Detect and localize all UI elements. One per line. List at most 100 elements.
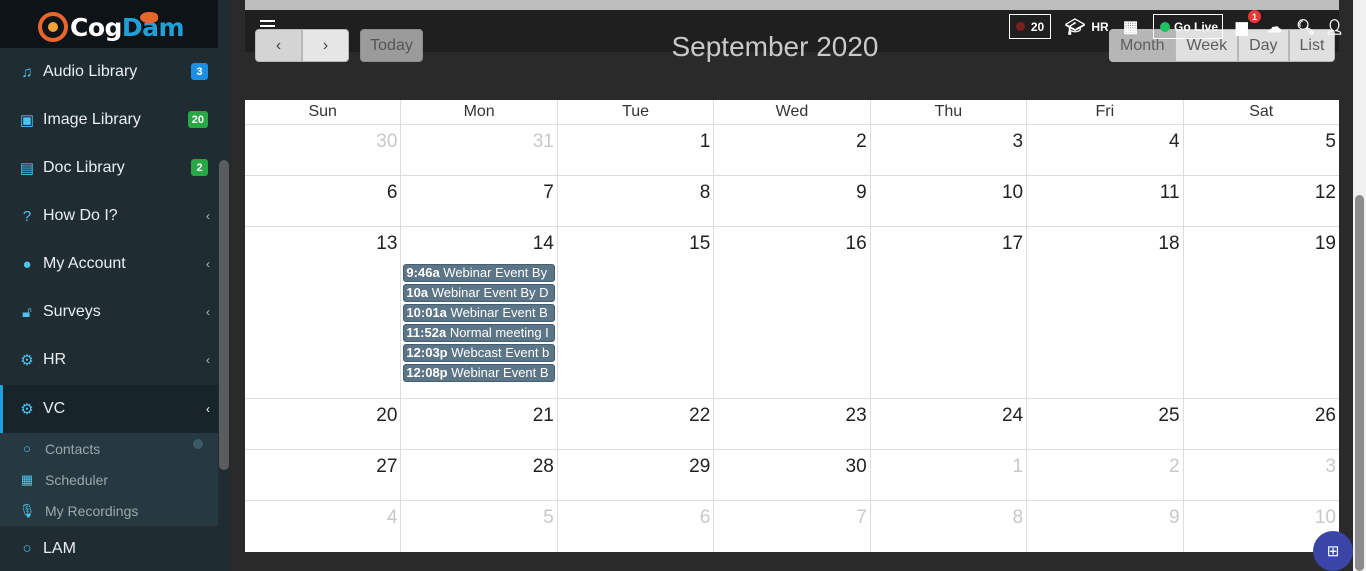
page-scrollbar[interactable] xyxy=(1353,0,1366,571)
calendar-event[interactable]: 10:01a Webinar Event B xyxy=(403,304,555,322)
day-cell[interactable]: 30 xyxy=(245,125,400,175)
music-note-icon: ♫ xyxy=(21,63,33,81)
weekday-label: Tue xyxy=(556,100,713,124)
hr-button[interactable]: 🎓︎ HR xyxy=(1065,14,1109,39)
day-cell[interactable]: 2 xyxy=(1026,450,1182,500)
chat-icon[interactable]: ▆ 1 xyxy=(1236,10,1261,39)
day-cell[interactable]: 25 xyxy=(1026,399,1182,449)
sidebar-item-my-account[interactable]: ● My Account ‹ xyxy=(0,240,218,288)
day-cell[interactable]: 12 xyxy=(1182,176,1339,226)
calendar-event[interactable]: 12:03p Webcast Event b xyxy=(403,344,555,362)
calendar-icon[interactable]: ▦ xyxy=(1123,14,1138,39)
weekday-label: Wed xyxy=(713,100,869,124)
logo-fish-icon xyxy=(140,12,158,23)
sidebar-item-surveys[interactable]: 🔓︎ Surveys ‹ xyxy=(0,288,218,336)
day-cell[interactable]: 4 xyxy=(1026,125,1182,175)
day-cell[interactable]: 20 xyxy=(245,399,400,449)
day-cell[interactable]: 14 9:46a Webinar Event By 10a Webinar Ev… xyxy=(400,227,556,398)
day-cell[interactable]: 22 xyxy=(556,399,713,449)
day-cell[interactable]: 6 xyxy=(556,501,713,552)
go-live-button[interactable]: Go Live xyxy=(1153,14,1223,39)
search-icon[interactable]: 🔍︎ xyxy=(1296,14,1315,39)
day-cell[interactable]: 10 xyxy=(869,176,1026,226)
submenu-item-scheduler[interactable]: ▦ Scheduler xyxy=(0,464,218,495)
day-cell[interactable]: 19 xyxy=(1182,227,1339,398)
day-cell[interactable]: 15 xyxy=(556,227,713,398)
horizontal-scrollbar[interactable] xyxy=(245,0,1339,10)
calendar-event[interactable]: 12:08p Webinar Event B xyxy=(403,364,555,382)
add-event-fab-button[interactable]: ⊞ xyxy=(1313,531,1353,571)
day-cell[interactable]: 7 xyxy=(400,176,556,226)
day-cell[interactable]: 1 xyxy=(869,450,1026,500)
next-month-button[interactable]: › xyxy=(302,29,349,62)
sidebar-item-label: LAM xyxy=(43,539,76,557)
day-cell[interactable]: 31 xyxy=(400,125,556,175)
day-cell[interactable]: 9 xyxy=(1026,501,1182,552)
sidebar-item-image-library[interactable]: ▣ Image Library 20 xyxy=(0,96,218,144)
day-number: 20 xyxy=(376,405,398,426)
day-number: 3 xyxy=(1012,131,1024,152)
day-cell[interactable]: 3 xyxy=(869,125,1026,175)
recording-count-button[interactable]: 20 xyxy=(1009,14,1051,39)
day-cell[interactable]: 3 xyxy=(1182,450,1339,500)
weekday-label: Thu xyxy=(869,100,1026,124)
calendar-title: September 2020 xyxy=(671,31,879,62)
day-cell[interactable]: 2 xyxy=(713,125,869,175)
day-cell[interactable]: 1 xyxy=(556,125,713,175)
day-cell[interactable]: 18 xyxy=(1026,227,1182,398)
event-time: 12:03p xyxy=(406,345,448,360)
sidebar-item-label: VC xyxy=(43,400,66,417)
day-cell[interactable]: 5 xyxy=(400,501,556,552)
sidebar-scrollbar-thumb[interactable] xyxy=(219,160,229,470)
sidebar-item-label: HR xyxy=(43,351,67,368)
day-cell[interactable]: 29 xyxy=(556,450,713,500)
cloud-upload-icon[interactable]: ☁ xyxy=(1267,14,1282,39)
submenu-item-contacts[interactable]: ○ Contacts xyxy=(0,433,218,464)
day-number: 21 xyxy=(532,405,554,426)
sidebar-item-how-do-i[interactable]: ? How Do I? ‹ xyxy=(0,192,218,240)
sidebar-item-lam[interactable]: ○ LAM xyxy=(0,526,218,571)
day-cell[interactable]: 8 xyxy=(556,176,713,226)
sidebar-item-hr[interactable]: ⚙ HR ‹ xyxy=(0,336,218,384)
day-number: 13 xyxy=(376,233,398,254)
day-cell[interactable]: 5 xyxy=(1182,125,1339,175)
calendar-plus-icon: ⊞ xyxy=(1326,543,1340,560)
day-cell[interactable]: 9 xyxy=(713,176,869,226)
day-cell[interactable]: 28 xyxy=(400,450,556,500)
weekday-label: Sat xyxy=(1182,100,1339,124)
calendar-event[interactable]: 10a Webinar Event By D xyxy=(403,284,555,302)
day-cell[interactable]: 23 xyxy=(713,399,869,449)
prev-month-button[interactable]: ‹ xyxy=(255,29,302,62)
page-scrollbar-thumb[interactable] xyxy=(1355,195,1364,571)
day-cell[interactable]: 8 xyxy=(869,501,1026,552)
event-time: 10a xyxy=(406,285,429,300)
day-cell[interactable]: 4 xyxy=(245,501,400,552)
event-title: Webinar Event B xyxy=(451,365,549,380)
day-cell[interactable]: 16 xyxy=(713,227,869,398)
day-cell[interactable]: 21 xyxy=(400,399,556,449)
sidebar-scrollbar[interactable] xyxy=(218,160,230,470)
cogdam-logo[interactable]: Cog Dam xyxy=(38,10,185,44)
day-cell[interactable]: 26 xyxy=(1182,399,1339,449)
sidebar-item-audio-library[interactable]: ♫ Audio Library 3 xyxy=(0,48,218,96)
main-content: ‹ › Today September 2020 Month Week Day … xyxy=(230,0,1353,571)
day-cell[interactable]: 27 xyxy=(245,450,400,500)
day-cell[interactable]: 13 xyxy=(245,227,400,398)
submenu-item-my-recordings[interactable]: 🎙︎ My Recordings xyxy=(0,495,218,526)
day-cell[interactable]: 11 xyxy=(1026,176,1182,226)
calendar-event[interactable]: 9:46a Webinar Event By xyxy=(403,264,555,282)
day-cell[interactable]: 24 xyxy=(869,399,1026,449)
sidebar-item-doc-library[interactable]: ▤ Doc Library 2 xyxy=(0,144,218,192)
today-button[interactable]: Today xyxy=(360,29,423,62)
sidebar-item-vc[interactable]: ⚙ VC ‹ xyxy=(0,385,218,433)
day-cell[interactable]: 30 xyxy=(713,450,869,500)
sidebar-item-label: Audio Library xyxy=(43,63,138,80)
count-badge: 3 xyxy=(191,63,208,80)
day-cell[interactable]: 6 xyxy=(245,176,400,226)
unlock-icon: 🔓︎ xyxy=(22,303,32,321)
day-number: 26 xyxy=(1314,405,1336,426)
day-cell[interactable]: 17 xyxy=(869,227,1026,398)
user-icon[interactable]: 👤︎ xyxy=(1325,14,1344,39)
calendar-event[interactable]: 11:52a Normal meeting I xyxy=(403,324,555,342)
day-cell[interactable]: 7 xyxy=(713,501,869,552)
